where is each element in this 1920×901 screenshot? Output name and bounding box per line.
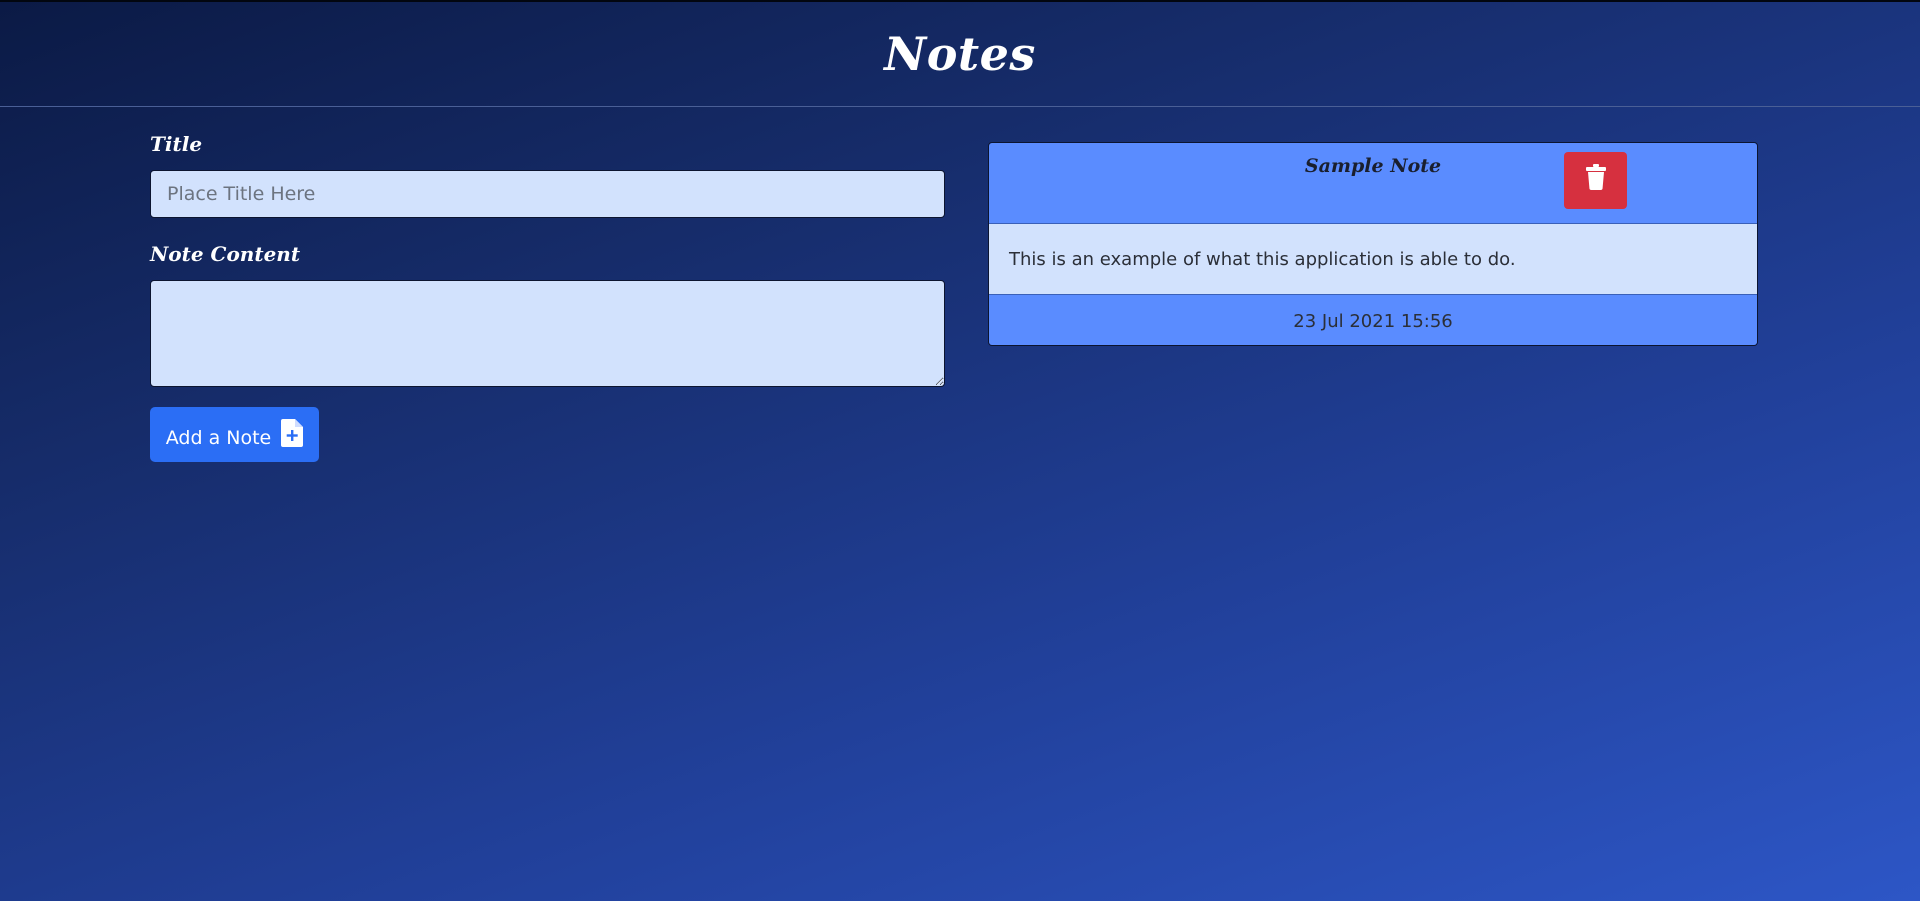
file-plus-icon (281, 418, 304, 447)
title-label: Title (150, 132, 203, 156)
page-title: Notes (884, 27, 1036, 81)
delete-note-button[interactable] (1564, 152, 1627, 209)
add-note-button-label: Add a Note (165, 426, 272, 449)
note-content-input[interactable] (150, 280, 945, 387)
note-timestamp: 23 Jul 2021 15:56 (1293, 311, 1453, 332)
note-card-body: This is an example of what this applicat… (989, 224, 1757, 295)
add-note-button[interactable]: Add a Note (150, 407, 319, 462)
note-content: This is an example of what this applicat… (1009, 249, 1516, 270)
note-card: Sample Note This is an example of what t… (988, 142, 1758, 346)
note-title: Sample Note (1304, 155, 1442, 177)
note-content-label: Note Content (150, 242, 301, 266)
trash-icon (1585, 163, 1606, 190)
note-card-footer: 23 Jul 2021 15:56 (989, 295, 1757, 345)
note-card-header: Sample Note (989, 143, 1757, 224)
title-input[interactable] (150, 170, 945, 218)
page-header: Notes (0, 0, 1920, 107)
